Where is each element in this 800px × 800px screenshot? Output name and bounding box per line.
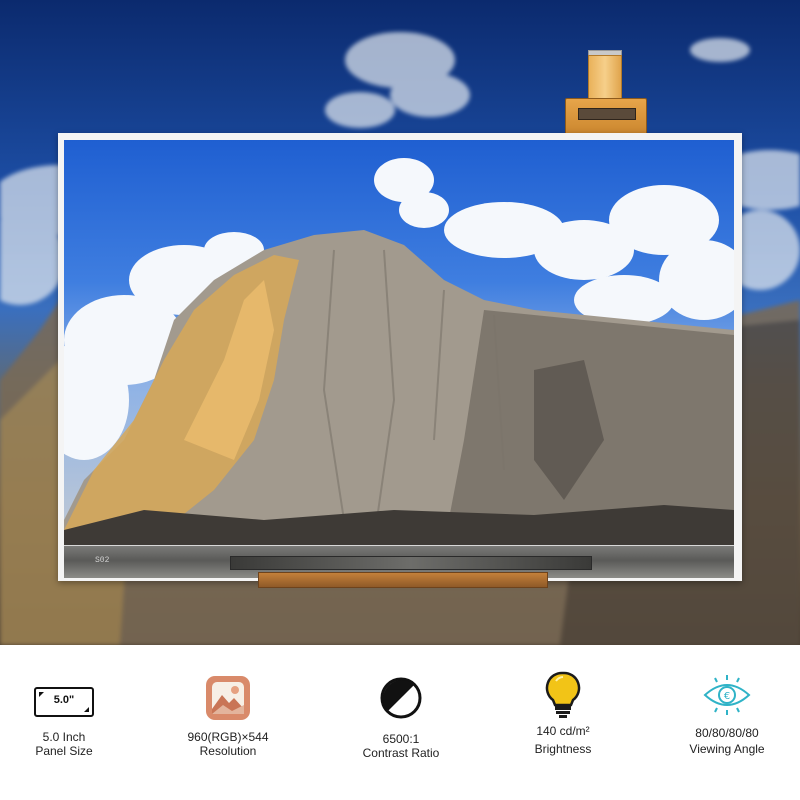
screen-landscape — [64, 158, 734, 545]
spec-strip: 5.0" 5.0 Inch Panel Size 960(RGB)×544 Re… — [0, 645, 800, 800]
panel-code-label: S02 — [95, 556, 110, 565]
panel-size-icon: 5.0" — [34, 687, 94, 717]
lightbulb-icon — [545, 671, 581, 724]
panel-size-badge: 5.0" — [53, 694, 75, 706]
spec-label: Resolution — [199, 744, 257, 758]
svg-text:€: € — [724, 691, 730, 702]
spec-label: Brightness — [534, 742, 592, 756]
spec-value: 80/80/80/80 — [695, 726, 759, 740]
spec-value: 5.0 Inch — [42, 730, 86, 744]
contrast-icon — [380, 677, 422, 724]
spec-value: 6500:1 — [382, 732, 420, 746]
lcd-screen — [64, 140, 734, 545]
resolution-image-icon — [205, 675, 251, 726]
spec-label: Viewing Angle — [689, 742, 765, 756]
lcd-flex-tab — [258, 572, 548, 588]
spec-value: 960(RGB)×544 — [187, 730, 269, 744]
spec-label: Panel Size — [35, 744, 93, 758]
spec-value: 140 cd/m² — [536, 724, 590, 738]
viewing-angle-eye-icon: € — [701, 673, 753, 722]
spec-label: Contrast Ratio — [362, 746, 440, 760]
fpc-connector-chip — [578, 108, 636, 120]
lcd-driver-strip — [230, 556, 592, 570]
